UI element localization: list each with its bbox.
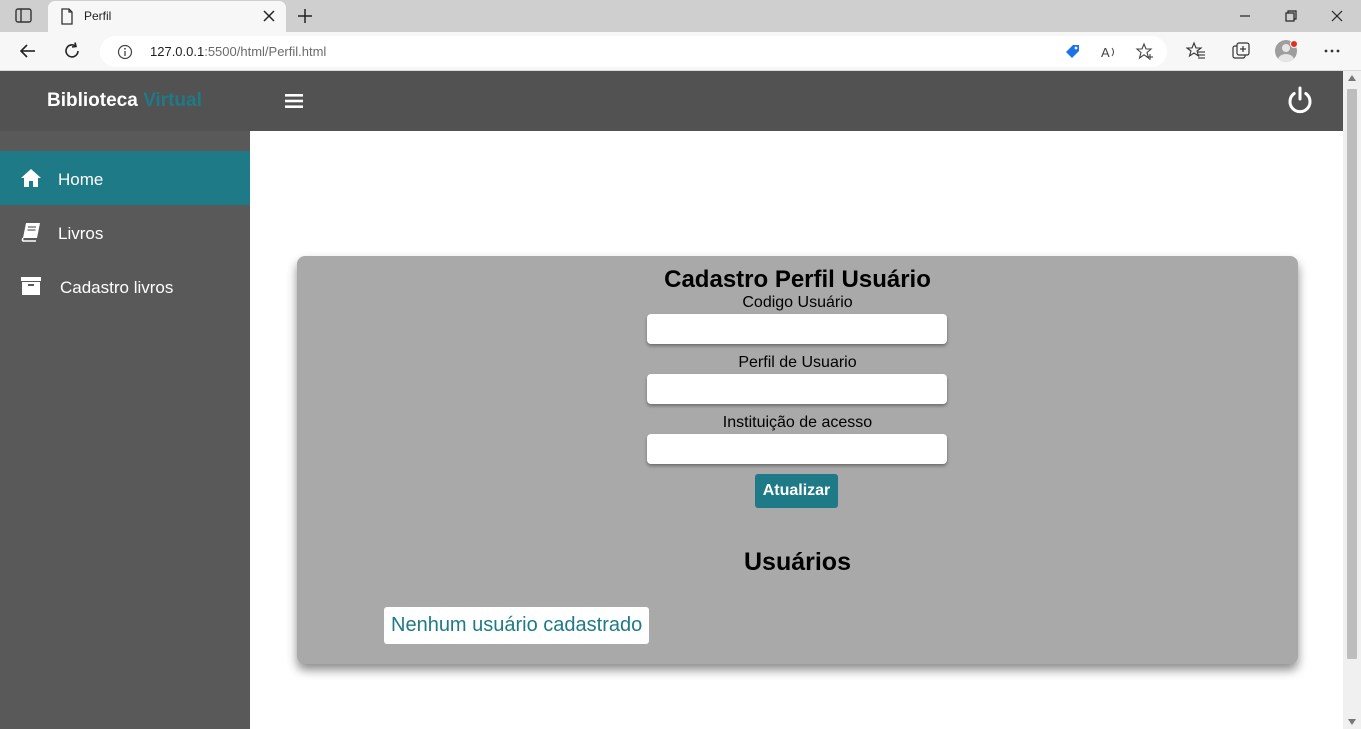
sidebar: Home Livros Cadastro livros [0,131,250,729]
perfil-usuario-label: Perfil de Usuario [738,354,857,371]
page-viewport: Biblioteca Virtual Home Livros Cadastro … [0,71,1343,729]
scroll-down-icon[interactable] [1348,719,1356,725]
back-icon[interactable] [18,41,38,61]
scroll-up-icon[interactable] [1348,75,1356,81]
refresh-icon[interactable] [62,41,82,61]
read-aloud-icon[interactable]: A [1099,42,1119,62]
sidebar-item-home[interactable]: Home [0,151,250,205]
scroll-thumb[interactable] [1347,89,1357,659]
archive-icon [21,277,41,295]
profile-form-card: Cadastro Perfil Usuário Codigo Usuário P… [297,256,1298,664]
collections-icon[interactable] [1231,41,1251,61]
browser-tab[interactable]: Perfil [48,1,286,32]
restore-icon[interactable] [1281,6,1301,26]
brand-accent: Virtual [143,90,202,111]
browser-toolbar: 127.0.0.1:5500/html/Perfil.html A [0,32,1361,71]
url-text: 127.0.0.1:5500/html/Perfil.html [150,44,326,59]
minimize-icon[interactable] [1235,6,1255,26]
empty-users-message: Nenhum usuário cadastrado [384,607,649,644]
users-section-title: Usuários [744,548,851,576]
brand-main: Biblioteca [47,90,138,111]
address-bar[interactable]: 127.0.0.1:5500/html/Perfil.html A [100,36,1167,67]
instituicao-acesso-input[interactable] [647,434,947,464]
perfil-usuario-input[interactable] [647,374,947,404]
url-path: :5500/html/Perfil.html [204,44,327,59]
sidebar-item-label: Home [58,170,104,189]
notification-dot [1290,40,1298,48]
logout-power-icon[interactable] [1285,85,1315,115]
close-window-icon[interactable] [1327,6,1347,26]
codigo-usuario-label: Codigo Usuário [742,294,853,311]
site-info-icon[interactable] [117,44,133,60]
menu-toggle-icon[interactable] [284,91,304,111]
more-options-icon[interactable] [1322,41,1342,61]
sidebar-item-livros[interactable]: Livros [0,205,250,259]
close-tab-icon[interactable] [260,7,278,25]
url-host: 127.0.0.1 [150,44,205,59]
browser-tab-bar: Perfil [0,0,1361,32]
favorites-icon[interactable] [1186,41,1206,61]
top-navbar: Biblioteca Virtual [0,71,1343,131]
form-title: Cadastro Perfil Usuário [664,266,931,293]
sidebar-item-cadastro-livros[interactable]: Cadastro livros [0,259,250,313]
svg-text:A: A [1101,45,1110,60]
codigo-usuario-input[interactable] [647,314,947,344]
tab-actions-icon[interactable] [14,7,34,25]
instituicao-acesso-label: Instituição de acesso [722,414,873,431]
add-favorite-icon[interactable] [1135,42,1155,62]
shopping-tag-icon[interactable] [1063,42,1083,62]
home-icon [21,169,41,187]
update-button[interactable]: Atualizar [755,474,838,508]
sidebar-item-label: Livros [58,224,104,243]
new-tab-icon[interactable] [295,6,315,26]
empty-users-text: Nenhum usuário cadastrado [391,614,643,636]
page-icon [61,8,73,25]
brand-logo[interactable]: Biblioteca Virtual [47,90,202,112]
page-scrollbar[interactable] [1343,71,1361,729]
sidebar-item-label: Cadastro livros [60,278,174,297]
tab-title: Perfil [84,9,112,23]
book-icon [21,223,40,242]
